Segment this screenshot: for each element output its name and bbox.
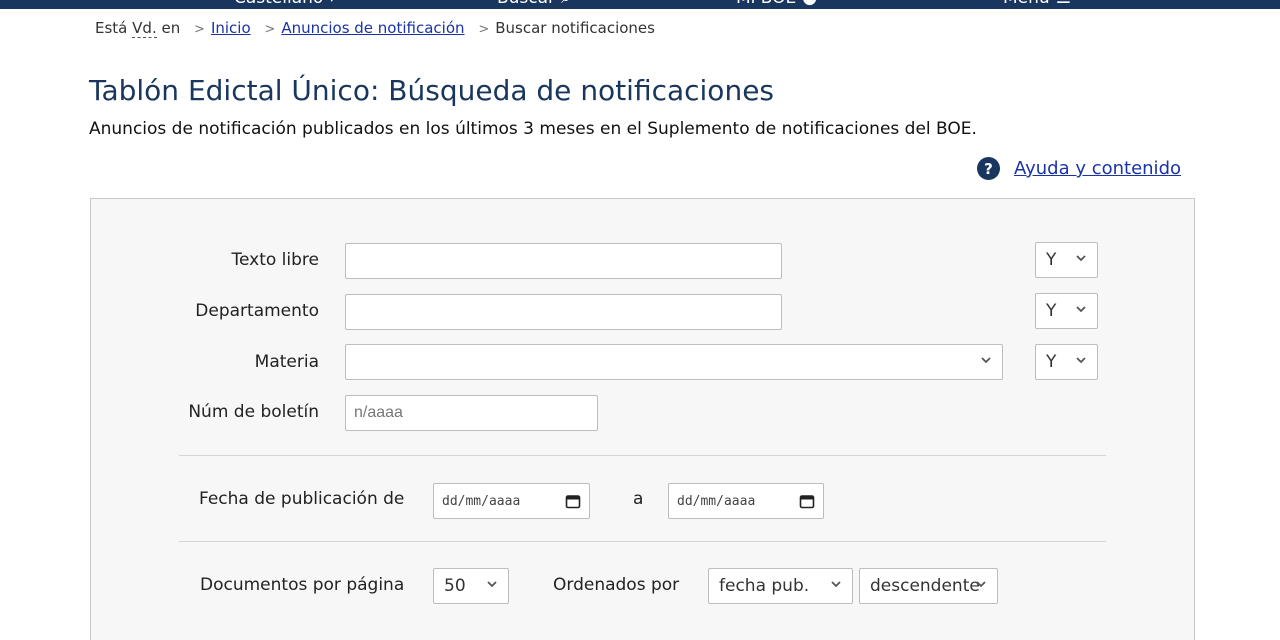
fecha-separator: a bbox=[633, 489, 644, 509]
language-menu[interactable]: Castellano › bbox=[234, 0, 336, 8]
materia-select[interactable] bbox=[345, 344, 1003, 380]
search-menu[interactable]: Buscar ⌕ bbox=[497, 0, 571, 8]
breadcrumb-link-anuncios[interactable]: Anuncios de notificación bbox=[281, 19, 464, 37]
orden-direccion-value: descendente bbox=[870, 576, 980, 596]
breadcrumb-prefix: Está bbox=[95, 19, 128, 37]
menu-label: Menú bbox=[1003, 0, 1050, 8]
main-menu[interactable]: Menú ☰ bbox=[1003, 0, 1071, 8]
operator-value: Y bbox=[1046, 352, 1057, 372]
user-icon: ● bbox=[802, 0, 817, 8]
materia-label: Materia bbox=[254, 352, 319, 372]
orden-direccion-select[interactable]: descendente bbox=[859, 568, 998, 604]
chevron-down-icon bbox=[1076, 255, 1086, 262]
operator-value: Y bbox=[1046, 301, 1057, 321]
operator-value: Y bbox=[1046, 250, 1057, 270]
hamburger-icon: ☰ bbox=[1056, 0, 1071, 8]
num-boletin-label: Núm de boletín bbox=[188, 402, 319, 422]
divider bbox=[179, 455, 1106, 456]
fecha-desde-placeholder: dd/mm/aaaa bbox=[442, 493, 521, 509]
departamento-label: Departamento bbox=[195, 301, 319, 321]
help-link-label[interactable]: Ayuda y contenido bbox=[1014, 158, 1181, 179]
my-boe-menu[interactable]: Mi BOE ● bbox=[736, 0, 817, 8]
materia-operator-select[interactable]: Y bbox=[1035, 344, 1098, 380]
docs-por-pagina-label: Documentos por página bbox=[200, 575, 405, 595]
fecha-hasta-input[interactable]: dd/mm/aaaa bbox=[668, 483, 824, 519]
help-link[interactable]: ? Ayuda y contenido bbox=[977, 157, 1181, 180]
chevron-right-icon: > bbox=[478, 22, 490, 37]
chevron-down-icon bbox=[981, 357, 991, 364]
fecha-desde-input[interactable]: dd/mm/aaaa bbox=[433, 483, 590, 519]
breadcrumb-link-inicio[interactable]: Inicio bbox=[211, 19, 251, 37]
page-title: Tablón Edictal Único: Búsqueda de notifi… bbox=[89, 74, 775, 107]
chevron-right-icon: > bbox=[194, 22, 205, 37]
docs-por-pagina-select[interactable]: 50 bbox=[433, 568, 509, 604]
texto-libre-label: Texto libre bbox=[231, 250, 320, 270]
top-nav-bar: Castellano › Buscar ⌕ Mi BOE ● Menú ☰ bbox=[0, 0, 1280, 9]
breadcrumb-abbr: Vd. bbox=[132, 19, 157, 38]
language-label: Castellano bbox=[234, 0, 323, 8]
ordenados-por-label: Ordenados por bbox=[553, 575, 680, 595]
orden-campo-select[interactable]: fecha pub. bbox=[708, 568, 853, 604]
orden-campo-value: fecha pub. bbox=[719, 576, 810, 596]
breadcrumb-suffix: en bbox=[161, 19, 181, 37]
search-label: Buscar bbox=[497, 0, 555, 8]
num-boletin-placeholder: n/aaaa bbox=[354, 404, 403, 421]
texto-libre-operator-select[interactable]: Y bbox=[1035, 242, 1098, 278]
chevron-down-icon bbox=[1076, 357, 1086, 364]
search-icon: ⌕ bbox=[561, 0, 571, 8]
chevron-down-icon bbox=[1076, 306, 1086, 313]
my-boe-label: Mi BOE bbox=[736, 0, 796, 8]
search-form: Texto libre Y Departamento Y Materia Y N… bbox=[90, 198, 1195, 640]
calendar-icon[interactable] bbox=[799, 493, 815, 509]
fecha-label: Fecha de publicación de bbox=[199, 489, 405, 509]
fecha-hasta-placeholder: dd/mm/aaaa bbox=[677, 493, 756, 509]
chevron-right-icon: › bbox=[329, 0, 336, 8]
chevron-right-icon: > bbox=[264, 22, 276, 37]
page-subtitle: Anuncios de notificación publicados en l… bbox=[89, 119, 977, 139]
departamento-operator-select[interactable]: Y bbox=[1035, 293, 1098, 329]
departamento-input[interactable] bbox=[345, 294, 782, 330]
chevron-down-icon bbox=[487, 581, 497, 588]
texto-libre-input[interactable] bbox=[345, 243, 782, 279]
chevron-down-icon bbox=[976, 581, 986, 588]
num-boletin-input[interactable]: n/aaaa bbox=[345, 395, 598, 431]
chevron-down-icon bbox=[831, 581, 841, 588]
docs-por-pagina-value: 50 bbox=[444, 576, 466, 596]
calendar-icon[interactable] bbox=[565, 493, 581, 509]
breadcrumb-current: Buscar notificaciones bbox=[495, 19, 655, 37]
divider bbox=[179, 541, 1106, 542]
question-circle-icon: ? bbox=[977, 157, 1000, 180]
breadcrumb: Está Vd. en > Inicio > Anuncios de notific… bbox=[95, 19, 655, 38]
